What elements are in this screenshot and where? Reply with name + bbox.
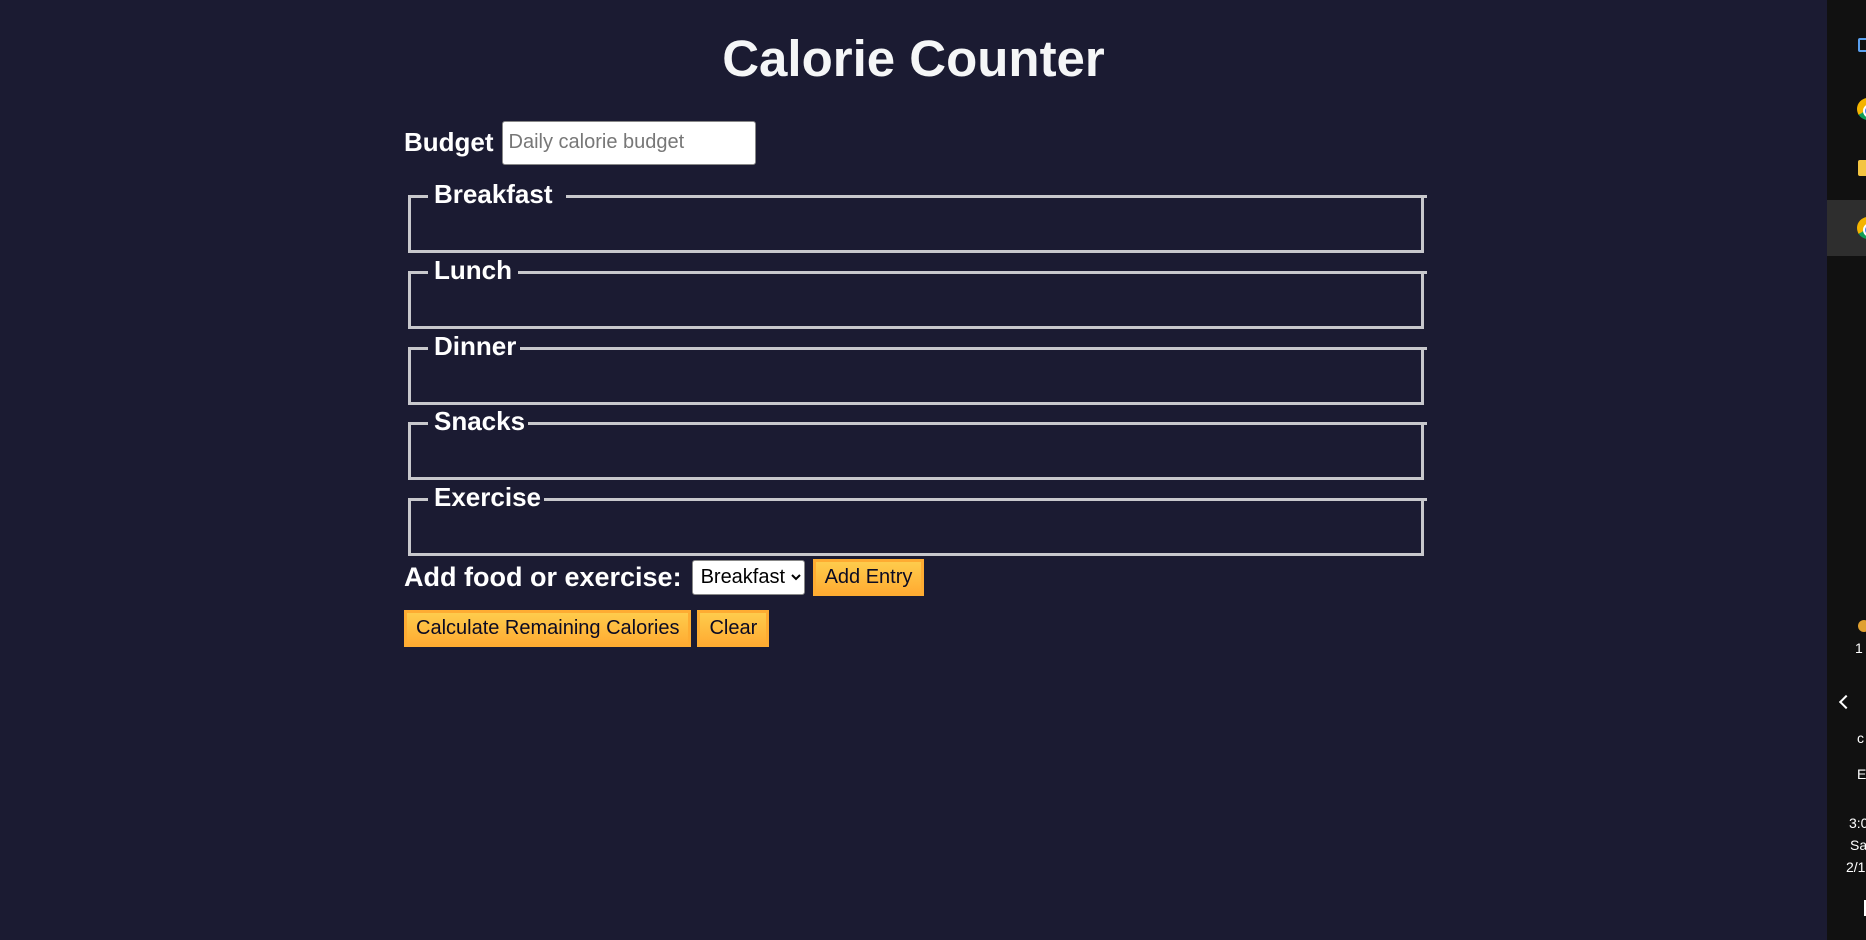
tray-text-1: c xyxy=(1857,730,1864,746)
fieldset-top-edge xyxy=(544,498,1427,501)
fieldset-left-edge xyxy=(408,347,411,402)
fieldset-left-edge xyxy=(408,195,411,250)
breakfast-legend: Breakfast xyxy=(434,179,553,209)
add-entry-button[interactable]: Add Entry xyxy=(812,558,925,596)
fieldset-right-edge xyxy=(1421,347,1424,402)
windows-taskbar: 1 c E 3:0 Sat 2/15 xyxy=(1827,0,1866,940)
fieldset-left-edge xyxy=(408,498,411,553)
dinner-fieldset: Dinner xyxy=(408,331,1427,405)
entry-type-dropdown[interactable]: Breakfast xyxy=(691,559,805,595)
active-taskbar-item[interactable] xyxy=(1827,200,1866,256)
snacks-legend: Snacks xyxy=(434,406,526,436)
file-explorer-icon[interactable] xyxy=(1858,160,1866,176)
app-page: Calorie Counter Budget Breakfast Lunch xyxy=(0,0,1827,940)
add-entry-row: Add food or exercise: Breakfast Add Entr… xyxy=(404,558,925,596)
lunch-fieldset: Lunch xyxy=(408,255,1427,329)
dinner-legend: Dinner xyxy=(434,331,517,361)
clock-day: Sat xyxy=(1850,837,1866,853)
fieldset-top-edge xyxy=(520,347,1427,350)
display-app-icon[interactable] xyxy=(1858,38,1866,52)
chevron-left-icon[interactable] xyxy=(1838,694,1854,710)
tray-number: 1 xyxy=(1855,640,1863,656)
fieldset-top-edge xyxy=(408,195,428,198)
lunch-legend: Lunch xyxy=(434,255,512,285)
taskbar-clock[interactable]: 3:0 Sat 2/15 xyxy=(1837,812,1866,878)
clock-time: 3:0 xyxy=(1849,815,1866,831)
page-title: Calorie Counter xyxy=(722,30,1105,87)
snacks-border xyxy=(408,422,1427,477)
exercise-fieldset: Exercise xyxy=(408,482,1427,556)
fieldset-top-edge xyxy=(408,422,428,425)
exercise-legend: Exercise xyxy=(434,482,541,512)
chrome-icon xyxy=(1857,217,1866,239)
fieldset-right-edge xyxy=(1421,271,1424,326)
budget-input[interactable] xyxy=(501,120,756,165)
snacks-fieldset: Snacks xyxy=(408,406,1427,480)
fieldset-top-edge xyxy=(408,498,428,501)
budget-label: Budget xyxy=(404,127,494,157)
fieldset-right-edge xyxy=(1421,498,1424,553)
dinner-border xyxy=(408,347,1427,402)
tray-notification-icon[interactable] xyxy=(1858,620,1866,632)
add-entry-label: Add food or exercise: xyxy=(404,561,682,592)
fieldset-right-edge xyxy=(1421,195,1424,250)
exercise-border xyxy=(408,498,1427,553)
fieldset-top-edge xyxy=(566,195,1427,198)
fieldset-right-edge xyxy=(1421,422,1424,477)
calorie-form: Budget Breakfast Lunch xyxy=(404,120,1427,647)
action-buttons: Calculate Remaining Calories Clear xyxy=(404,610,770,647)
fieldset-top-edge xyxy=(408,271,428,274)
fieldset-top-edge xyxy=(518,271,1427,274)
breakfast-border xyxy=(408,195,1427,250)
lunch-border xyxy=(408,271,1427,326)
fieldset-top-edge xyxy=(528,422,1427,425)
calculate-remaining-calories-button[interactable]: Calculate Remaining Calories xyxy=(404,610,692,647)
fieldset-left-edge xyxy=(408,271,411,326)
breakfast-fieldset: Breakfast xyxy=(408,179,1427,253)
chrome-icon[interactable] xyxy=(1857,98,1866,120)
fieldset-top-edge xyxy=(408,347,428,350)
budget-row: Budget xyxy=(404,120,1424,165)
fieldset-left-edge xyxy=(408,422,411,477)
clear-button[interactable]: Clear xyxy=(697,610,770,647)
tray-text-2: E xyxy=(1857,766,1866,782)
clock-date: 2/15 xyxy=(1846,859,1866,875)
